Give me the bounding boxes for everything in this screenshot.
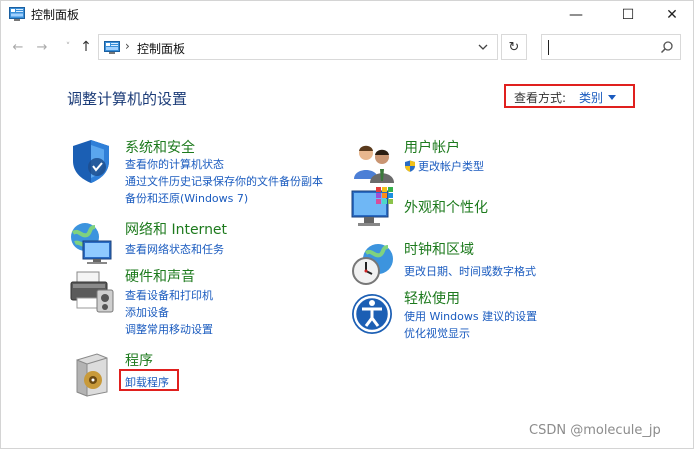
control-panel-icon	[9, 7, 25, 21]
category-system-security: 系统和安全 查看你的计算机状态 通过文件历史记录保存你的文件备份副本 备份和还原…	[67, 137, 347, 207]
view-by-value[interactable]: 类别	[579, 89, 603, 106]
users-icon[interactable]	[350, 139, 398, 187]
window-title: 控制面板	[31, 8, 80, 22]
category-title[interactable]: 外观和个性化	[404, 197, 488, 217]
ease-of-access-icon[interactable]	[350, 290, 398, 338]
link-view-devices-printers[interactable]: 查看设备和打印机	[125, 287, 213, 303]
close-button[interactable]: ✕	[649, 1, 694, 29]
title-bar: 控制面板 — ☐ ✕	[1, 1, 694, 29]
category-title[interactable]: 用户帐户	[404, 137, 460, 157]
link-change-account-type[interactable]: 更改帐户类型	[404, 158, 484, 174]
maximize-button[interactable]: ☐	[605, 1, 651, 29]
link-optimize-visual-display[interactable]: 优化视觉显示	[404, 325, 470, 341]
link-recommended-settings[interactable]: 使用 Windows 建议的设置	[404, 308, 537, 324]
dropdown-arrow-icon[interactable]	[608, 95, 616, 100]
chevron-down-icon[interactable]	[477, 41, 489, 53]
text-caret	[548, 40, 549, 55]
monitor-palette-icon[interactable]	[350, 185, 398, 233]
forward-button[interactable]: →	[33, 38, 51, 56]
category-clock-region: 时钟和区域 更改日期、时间或数字格式	[350, 239, 650, 285]
address-bar[interactable]: › 控制面板	[98, 34, 498, 60]
category-title[interactable]: 轻松使用	[404, 288, 460, 308]
category-title[interactable]: 网络和 Internet	[125, 219, 227, 239]
up-button[interactable]: ↑	[77, 38, 95, 56]
link-backup-restore[interactable]: 备份和还原(Windows 7)	[125, 190, 248, 206]
category-title[interactable]: 系统和安全	[125, 137, 195, 157]
control-panel-location-icon	[104, 41, 120, 54]
page-title: 调整计算机的设置	[67, 90, 188, 108]
network-globe-icon[interactable]	[67, 219, 115, 267]
breadcrumb-control-panel[interactable]: 控制面板	[137, 40, 185, 57]
link-view-network-status[interactable]: 查看网络状态和任务	[125, 241, 224, 257]
link-view-computer-status[interactable]: 查看你的计算机状态	[125, 156, 224, 172]
category-title[interactable]: 硬件和声音	[125, 266, 195, 286]
clock-globe-icon[interactable]	[350, 241, 398, 289]
search-icon[interactable]	[660, 40, 674, 54]
category-title[interactable]: 程序	[125, 350, 153, 370]
back-button[interactable]: ←	[9, 38, 27, 56]
control-panel-window: 控制面板 — ☐ ✕ ← → ˅ ↑ › 控制面板 ↻ 调整计算机的设置 查看方…	[0, 0, 694, 449]
category-ease-of-access: 轻松使用 使用 Windows 建议的设置 优化视觉显示	[350, 288, 650, 344]
link-mobility-settings[interactable]: 调整常用移动设置	[125, 321, 213, 337]
category-title[interactable]: 时钟和区域	[404, 239, 474, 259]
shield-icon[interactable]	[67, 137, 115, 185]
link-file-history-backup[interactable]: 通过文件历史记录保存你的文件备份副本	[125, 173, 323, 189]
category-user-accounts: 用户帐户 更改帐户类型	[350, 137, 650, 183]
recent-locations-button[interactable]: ˅	[59, 38, 77, 56]
uac-shield-icon	[405, 160, 415, 172]
link-add-device[interactable]: 添加设备	[125, 304, 169, 320]
minimize-button[interactable]: —	[553, 1, 599, 29]
category-network-internet: 网络和 Internet 查看网络状态和任务	[67, 219, 327, 264]
highlight-uninstall-program	[119, 369, 179, 391]
link-change-date-time-format[interactable]: 更改日期、时间或数字格式	[404, 263, 536, 279]
watermark: CSDN @molecule_jp	[529, 423, 661, 438]
category-hardware-sound: 硬件和声音 查看设备和打印机 添加设备 调整常用移动设置	[67, 266, 327, 338]
view-by-selector[interactable]: 查看方式: 类别	[504, 84, 635, 108]
category-appearance-personalization: 外观和个性化	[350, 185, 650, 229]
printer-icon[interactable]	[67, 268, 115, 316]
search-input[interactable]	[541, 34, 681, 60]
refresh-button[interactable]: ↻	[501, 34, 527, 60]
program-disc-icon[interactable]	[67, 350, 115, 398]
view-by-label: 查看方式:	[514, 91, 567, 105]
breadcrumb-separator[interactable]: ›	[125, 39, 130, 53]
link-change-account-type-label[interactable]: 更改帐户类型	[418, 160, 484, 173]
